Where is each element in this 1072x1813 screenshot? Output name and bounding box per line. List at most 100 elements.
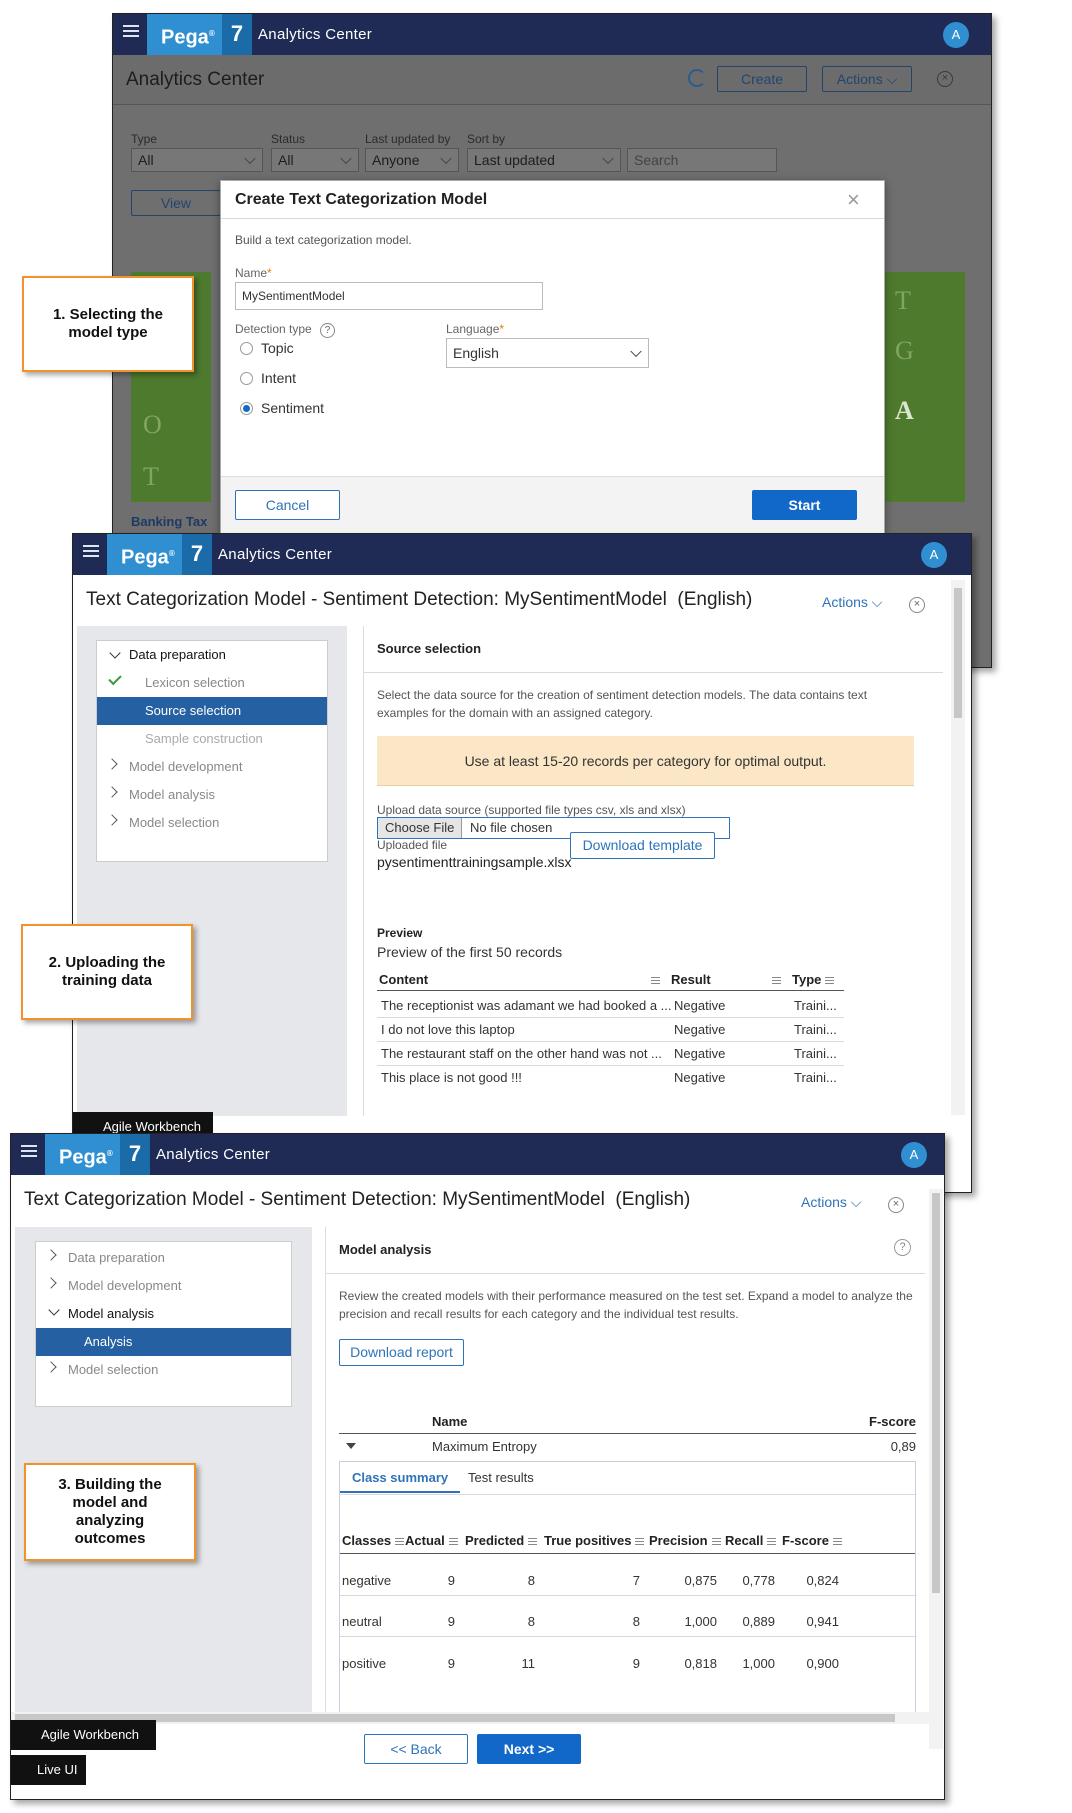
start-button[interactable]: Start — [752, 490, 857, 520]
avatar[interactable]: A — [921, 542, 947, 568]
page-title: Analytics Center — [126, 69, 265, 90]
name-label: Name* — [235, 266, 272, 280]
model-name[interactable]: Maximum Entropy — [432, 1439, 537, 1454]
table-row-result: Negative — [674, 1022, 726, 1037]
filter-icon[interactable] — [772, 980, 781, 981]
nav-sample-construction[interactable]: Sample construction — [97, 725, 327, 753]
table-row-tp: 8 — [632, 1614, 640, 1629]
uploaded-label: Uploaded file — [377, 838, 448, 852]
help-icon: ? — [320, 323, 336, 338]
section-title: Model analysis — [339, 1242, 432, 1257]
app-header: Pega® 7 Analytics Center A — [11, 1134, 944, 1175]
table-row-content: I do not love this laptop — [381, 1022, 515, 1037]
col-precision[interactable]: Precision — [649, 1533, 721, 1548]
model-fscore: 0,89 — [890, 1439, 916, 1454]
col-true-positives[interactable]: True positives — [544, 1533, 645, 1548]
language-label: Language* — [446, 322, 505, 336]
col-type[interactable]: Type — [792, 972, 821, 987]
choose-file-button[interactable]: Choose File — [378, 818, 463, 838]
card-title[interactable]: Banking Tax — [131, 514, 207, 529]
table-row-class: negative — [342, 1573, 392, 1588]
avatar[interactable]: A — [943, 22, 969, 48]
nav-data-preparation[interactable]: Data preparation — [36, 1244, 291, 1272]
callout-step-2: 2. Uploading the training data — [21, 924, 193, 1020]
table-row-class: neutral — [342, 1614, 382, 1629]
nav-model-analysis[interactable]: Model analysis — [36, 1300, 291, 1328]
radio-intent[interactable] — [240, 372, 253, 385]
nav-lexicon-selection[interactable]: Lexicon selection — [97, 669, 327, 697]
nav-model-selection[interactable]: Model selection — [36, 1356, 291, 1384]
nav-model-selection[interactable]: Model selection — [97, 809, 327, 837]
avatar[interactable]: A — [901, 1142, 927, 1168]
col-result[interactable]: Result — [671, 972, 711, 987]
table-row-predicted: 8 — [527, 1614, 535, 1629]
close-icon[interactable]: × — [888, 1197, 904, 1213]
col-content[interactable]: Content — [379, 972, 428, 987]
view-button[interactable]: View — [131, 190, 221, 216]
create-button[interactable]: Create — [717, 66, 807, 92]
sort-filter[interactable]: Last updated — [467, 148, 621, 172]
radio-topic[interactable] — [240, 342, 253, 355]
back-button[interactable]: << Back — [364, 1734, 468, 1764]
col-fscore[interactable]: F-score — [834, 1414, 916, 1429]
actions-menu[interactable]: Actions ⌵ — [801, 1194, 861, 1211]
cancel-button[interactable]: Cancel — [235, 490, 340, 520]
download-template-button[interactable]: Download template — [570, 832, 715, 859]
type-filter-label: Type — [131, 132, 158, 146]
col-predicted[interactable]: Predicted — [465, 1533, 538, 1548]
table-row-recall: 0,778 — [742, 1573, 775, 1588]
tab-class-summary[interactable]: Class summary — [340, 1462, 461, 1493]
upload-label: Upload data source (supported file types… — [377, 803, 686, 817]
nav-data-preparation[interactable]: Data preparation — [97, 641, 327, 669]
nav-source-selection[interactable]: Source selection — [97, 697, 327, 725]
source-selection-window: Pega® 7 Analytics Center A Text Categoriz… — [72, 533, 972, 1193]
actions-menu[interactable]: Actions ⌵ — [822, 594, 882, 611]
type-filter[interactable]: All — [131, 148, 263, 172]
pega-logo: Pega® 7 — [147, 14, 252, 55]
close-icon[interactable]: × — [847, 189, 860, 211]
actions-button[interactable]: Actions ⌵ — [822, 66, 912, 92]
nav-analysis[interactable]: Analysis — [36, 1328, 291, 1356]
scrollbar[interactable] — [951, 580, 965, 1115]
sort-label: Sort by — [467, 132, 506, 146]
name-input[interactable]: MySentimentModel — [235, 282, 543, 310]
col-recall[interactable]: Recall — [725, 1533, 777, 1548]
help-icon[interactable]: ? — [894, 1239, 911, 1256]
nav-model-development[interactable]: Model development — [97, 753, 327, 781]
language-select[interactable]: English — [446, 338, 649, 368]
table-row-precision: 0,818 — [684, 1656, 717, 1671]
col-classes[interactable]: Classes — [342, 1533, 405, 1548]
radio-sentiment[interactable] — [240, 402, 253, 415]
option-sentiment-label: Sentiment — [261, 400, 325, 416]
tab-test-results[interactable]: Test results — [468, 1462, 534, 1491]
col-fscore[interactable]: F-score — [782, 1533, 842, 1548]
table-row-content: The receptionist was adamant we had book… — [381, 998, 672, 1013]
updated-by-filter[interactable]: Anyone — [365, 148, 459, 172]
filter-icon[interactable] — [825, 980, 834, 981]
status-filter[interactable]: All — [271, 148, 359, 172]
col-name[interactable]: Name — [432, 1414, 467, 1429]
menu-icon[interactable] — [21, 1145, 37, 1159]
menu-icon[interactable] — [83, 545, 99, 559]
vertical-scrollbar[interactable] — [929, 1189, 943, 1749]
next-button[interactable]: Next >> — [477, 1734, 581, 1764]
filter-icon[interactable] — [651, 980, 660, 981]
nav-model-analysis[interactable]: Model analysis — [97, 781, 327, 809]
main-panel: Model analysis ? Review the created mode… — [325, 1227, 925, 1712]
table-row-fscore: 0,900 — [806, 1656, 839, 1671]
table-row-content: The restaurant staff on the other hand w… — [381, 1046, 662, 1061]
download-report-button[interactable]: Download report — [339, 1339, 464, 1366]
refresh-icon[interactable] — [688, 69, 706, 87]
table-row-actual: 9 — [447, 1656, 455, 1671]
expand-icon[interactable] — [346, 1443, 356, 1449]
col-actual[interactable]: Actual — [405, 1533, 458, 1548]
close-icon[interactable]: × — [909, 597, 925, 613]
search-input[interactable]: Search — [627, 148, 777, 172]
create-model-dialog: Create Text Categorization Model × Build… — [220, 180, 885, 535]
nav-model-development[interactable]: Model development — [36, 1272, 291, 1300]
live-ui-button[interactable]: Live UI — [11, 1755, 86, 1785]
app-name: Analytics Center — [258, 26, 373, 43]
menu-icon[interactable] — [123, 25, 139, 39]
close-icon[interactable]: × — [937, 71, 953, 87]
agile-workbench-button[interactable]: Agile Workbench — [11, 1720, 156, 1750]
